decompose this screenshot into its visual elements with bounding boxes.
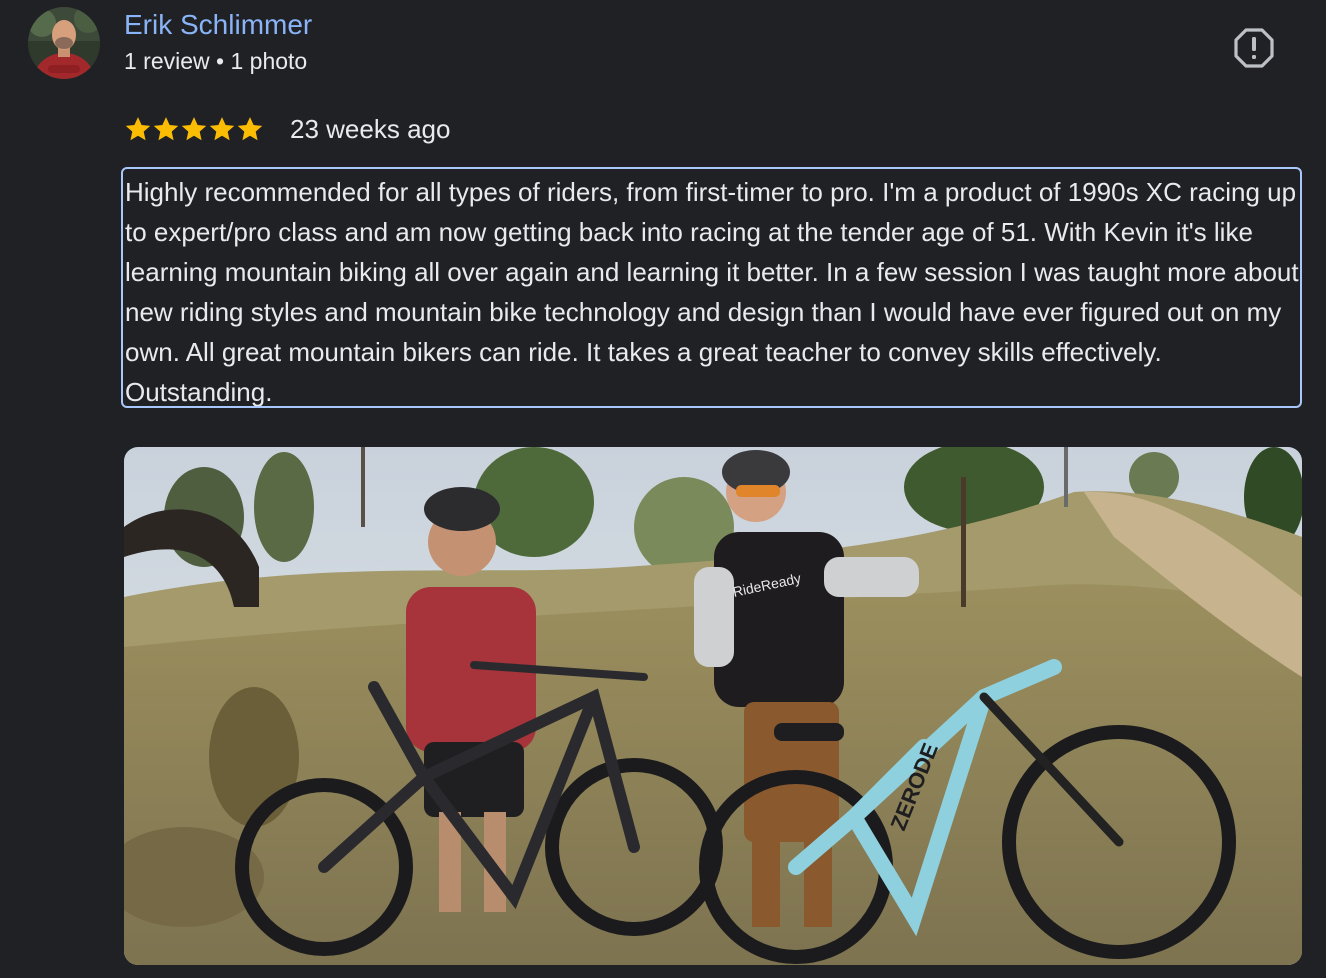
review-date: 23 weeks ago <box>290 113 451 144</box>
author-name-link[interactable]: Erik Schlimmer <box>124 9 312 41</box>
star-icon <box>153 117 179 141</box>
star-icon <box>181 117 207 141</box>
star-icon <box>237 117 263 141</box>
author-avatar[interactable] <box>28 7 100 79</box>
review-photo[interactable]: RideReady ZERODE <box>124 447 1302 965</box>
author-stats: 1 review • 1 photo <box>124 48 308 74</box>
rating-row: 23 weeks ago <box>124 112 450 146</box>
review-text[interactable]: Highly recommended for all types of ride… <box>121 167 1302 408</box>
review-card: Erik Schlimmer 1 review • 1 photo 23 wee… <box>0 0 1326 978</box>
report-button[interactable] <box>1232 26 1276 70</box>
avatar-image <box>28 7 100 79</box>
star-icon <box>125 117 151 141</box>
report-flag-icon <box>1234 28 1274 68</box>
review-photo-image: RideReady ZERODE <box>124 447 1302 965</box>
star-icon <box>209 117 235 141</box>
star-rating <box>124 115 264 143</box>
